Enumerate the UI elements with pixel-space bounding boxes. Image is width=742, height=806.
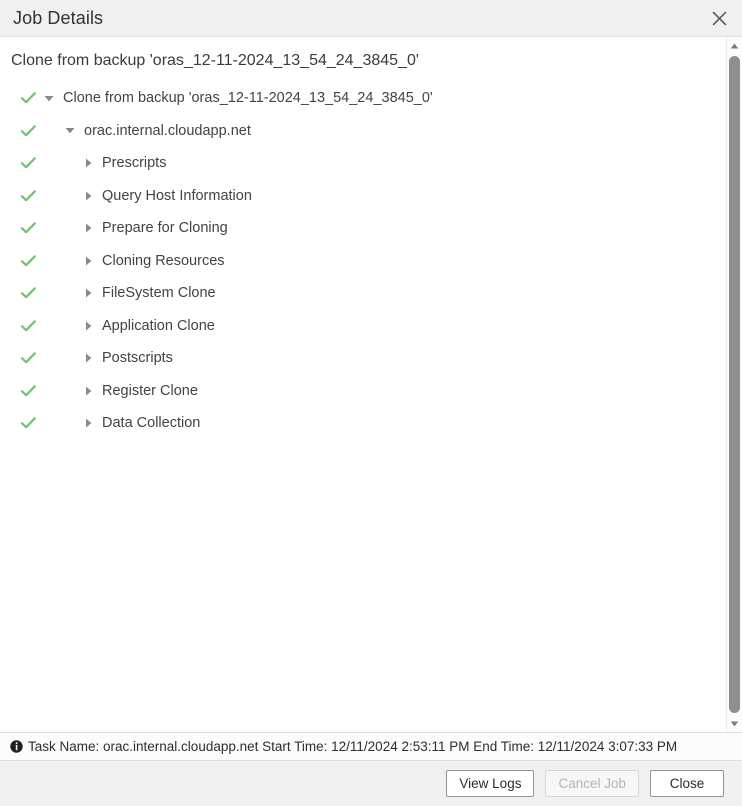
chevron-right-icon[interactable]	[81, 416, 95, 430]
tree-label-wrap: FileSystem Clone	[81, 286, 216, 301]
chevron-right-icon[interactable]	[81, 156, 95, 170]
scroll-up-arrow-icon[interactable]	[727, 37, 742, 54]
tree-item-label: Data Collection	[102, 415, 201, 431]
chevron-down-icon[interactable]	[42, 91, 56, 105]
success-check-icon	[20, 220, 36, 236]
success-check-icon	[20, 285, 36, 301]
chevron-right-icon[interactable]	[81, 189, 95, 203]
tree-row[interactable]: Data Collection	[0, 407, 726, 440]
success-check-icon	[20, 90, 36, 106]
scrollbar-thumb[interactable]	[729, 56, 740, 713]
tree-row[interactable]: FileSystem Clone	[0, 277, 726, 310]
chevron-right-icon[interactable]	[81, 384, 95, 398]
tree-item-label: orac.internal.cloudapp.net	[84, 122, 251, 139]
success-check-icon	[20, 253, 36, 269]
tree-label-wrap: Application Clone	[81, 317, 215, 334]
cancel-job-button: Cancel Job	[545, 770, 639, 797]
success-check-icon	[20, 415, 36, 431]
tree-item-label: Query Host Information	[102, 187, 252, 204]
tree-item-label: Clone from backup 'oras_12-11-2024_13_54…	[63, 90, 433, 106]
dialog-body: Clone from backup 'oras_12-11-2024_13_54…	[0, 37, 742, 732]
tree-row[interactable]: Clone from backup 'oras_12-11-2024_13_54…	[0, 82, 726, 115]
chevron-right-icon[interactable]	[81, 254, 95, 268]
tree-row[interactable]: Postscripts	[0, 342, 726, 375]
tree-label-wrap: Postscripts	[81, 351, 173, 366]
status-bar-text: Task Name: orac.internal.cloudapp.net St…	[28, 738, 678, 754]
tree-row[interactable]: Prepare for Cloning	[0, 212, 726, 245]
tree-item-label: Application Clone	[102, 317, 215, 334]
success-check-icon	[20, 188, 36, 204]
chevron-right-icon[interactable]	[81, 351, 95, 365]
chevron-right-icon[interactable]	[81, 286, 95, 300]
tree-row[interactable]: Query Host Information	[0, 180, 726, 213]
tree-label-wrap: Query Host Information	[81, 187, 252, 204]
tree-label-wrap: Cloning Resources	[81, 252, 225, 269]
success-check-icon	[20, 383, 36, 399]
job-details-dialog: Job Details Clone from backup 'oras_12-1…	[0, 0, 742, 806]
dialog-title: Job Details	[13, 8, 104, 28]
scrollbar-track[interactable]	[727, 54, 742, 715]
status-bar: Task Name: orac.internal.cloudapp.net St…	[0, 732, 742, 761]
close-button[interactable]: Close	[650, 770, 724, 797]
view-logs-button[interactable]: View Logs	[446, 770, 535, 797]
success-check-icon	[20, 350, 36, 366]
dialog-titlebar: Job Details	[0, 0, 742, 37]
tree-row[interactable]: Cloning Resources	[0, 245, 726, 278]
tree-item-label: Prepare for Cloning	[102, 220, 228, 236]
tree-item-label: Postscripts	[102, 350, 173, 366]
dialog-footer: View Logs Cancel Job Close	[0, 761, 742, 806]
chevron-down-icon[interactable]	[63, 124, 77, 138]
tree-item-label: Prescripts	[102, 155, 167, 171]
vertical-scrollbar[interactable]	[726, 37, 742, 732]
tree-item-label: FileSystem Clone	[102, 285, 216, 301]
tree-label-wrap: orac.internal.cloudapp.net	[63, 122, 251, 139]
tree-row[interactable]: Register Clone	[0, 375, 726, 408]
tree-row[interactable]: Prescripts	[0, 147, 726, 180]
tree-item-label: Cloning Resources	[102, 252, 225, 269]
job-content-area: Clone from backup 'oras_12-11-2024_13_54…	[0, 37, 726, 732]
tree-label-wrap: Register Clone	[81, 382, 198, 399]
success-check-icon	[20, 155, 36, 171]
tree-row[interactable]: Application Clone	[0, 310, 726, 343]
chevron-right-icon[interactable]	[81, 319, 95, 333]
tree-label-wrap: Prescripts	[81, 156, 166, 171]
close-icon[interactable]	[708, 7, 730, 29]
info-icon	[9, 740, 23, 754]
job-task-tree: Clone from backup 'oras_12-11-2024_13_54…	[0, 82, 726, 440]
job-heading: Clone from backup 'oras_12-11-2024_13_54…	[11, 52, 419, 69]
tree-label-wrap: Prepare for Cloning	[81, 221, 228, 236]
chevron-right-icon[interactable]	[81, 221, 95, 235]
success-check-icon	[20, 318, 36, 334]
tree-row[interactable]: orac.internal.cloudapp.net	[0, 115, 726, 148]
tree-label-wrap: Clone from backup 'oras_12-11-2024_13_54…	[42, 91, 433, 106]
success-check-icon	[20, 123, 36, 139]
scroll-down-arrow-icon[interactable]	[727, 715, 742, 732]
tree-label-wrap: Data Collection	[81, 416, 200, 431]
tree-item-label: Register Clone	[102, 382, 198, 399]
